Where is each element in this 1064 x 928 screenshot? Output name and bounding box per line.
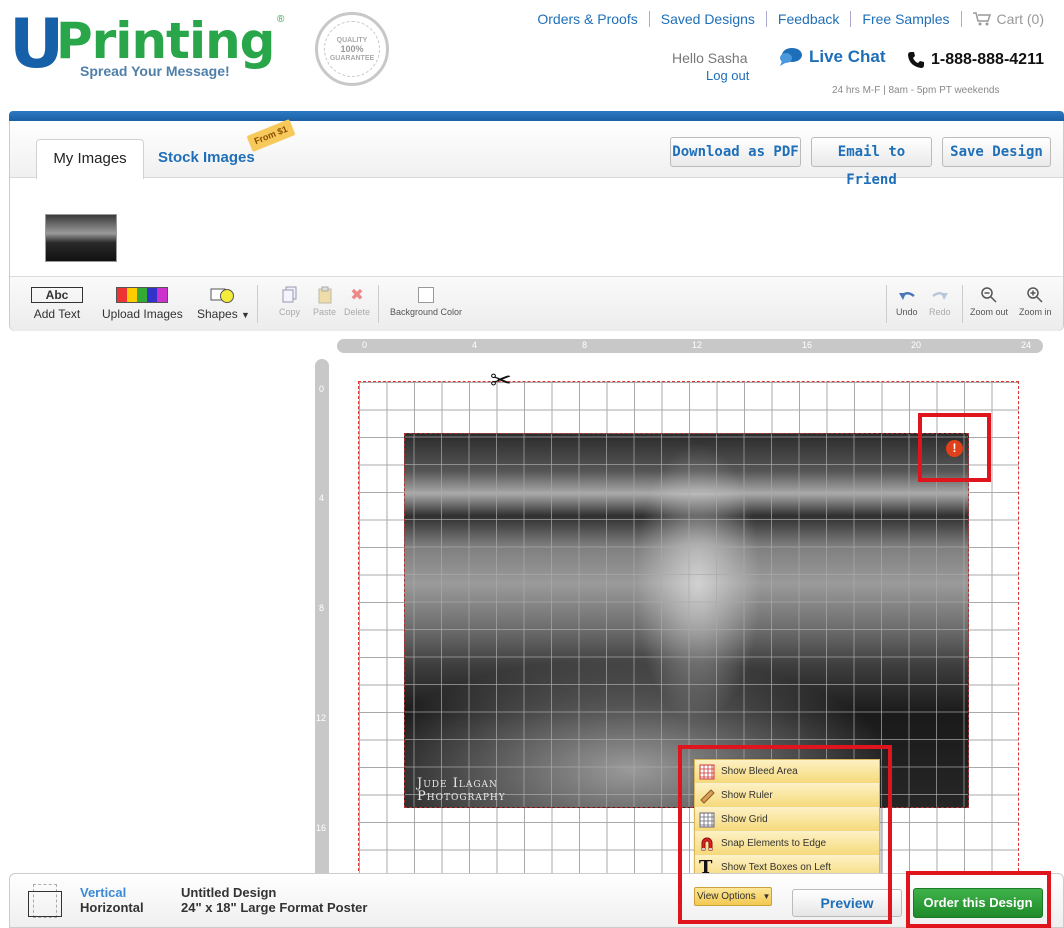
phone-label: 1-888-888-4211 [931, 51, 1044, 68]
email-friend-button[interactable]: Email to Friend [811, 137, 932, 188]
ruler-label: 0 [362, 340, 368, 350]
ruler-label: 20 [911, 340, 922, 350]
upload-images-tool[interactable]: Upload Images [102, 285, 183, 321]
orientation-horizontal-label[interactable]: Horizontal [80, 900, 144, 915]
link-feedback[interactable]: Feedback [765, 11, 850, 27]
upload-images-icon [116, 287, 169, 303]
link-saved-designs[interactable]: Saved Designs [648, 11, 766, 27]
delete-tool[interactable]: ✖ Delete [344, 285, 370, 317]
phone-icon [908, 52, 924, 68]
chevron-down-icon: ▼ [241, 310, 250, 320]
quality-guarantee-seal: QUALITY 100% GUARANTEE [315, 12, 389, 86]
background-color-swatch [418, 287, 435, 303]
toolbar-divider [962, 285, 963, 323]
delete-icon: ✖ [350, 287, 364, 304]
ruler-label: 0 [319, 384, 325, 394]
toolbar-divider [378, 285, 379, 323]
image-tabs-row: My Images Stock Images From $1 Download … [10, 119, 1063, 188]
redo-icon [932, 292, 948, 300]
zoom-out-icon [981, 287, 997, 303]
paste-label: Paste [313, 307, 337, 317]
cart-link[interactable]: Cart (0) [960, 11, 1055, 27]
seal-bottom-text: GUARANTEE [329, 54, 375, 62]
cart-icon [972, 12, 991, 26]
design-editor-page: U Printing ® Spread Your Message! QUALIT… [0, 0, 1064, 928]
copy-tool[interactable]: Copy [279, 285, 300, 317]
photo-watermark: Jude Ilagan Photography [417, 777, 506, 803]
logo-wordmark: Printing [56, 12, 275, 70]
seal-mid-text: 100% [340, 43, 364, 54]
highlight-view-options-box [678, 745, 892, 924]
phone-number: 1-888-888-4211 [907, 51, 1044, 69]
shapes-label: Shapes ▼ [197, 307, 250, 321]
uploaded-image-thumbnail[interactable] [45, 214, 117, 262]
undo-tool[interactable]: Undo [896, 285, 918, 317]
ruler-label: 16 [802, 340, 813, 350]
live-chat-label: Live Chat [809, 47, 886, 66]
tab-my-images[interactable]: My Images [36, 139, 144, 179]
zoom-out-label: Zoom out [970, 307, 1009, 317]
add-text-tool[interactable]: Abc Add Text [31, 285, 83, 321]
shapes-tool[interactable]: Shapes ▼ [197, 285, 250, 321]
delete-label: Delete [344, 307, 371, 317]
ruler-label: 8 [319, 603, 325, 613]
copy-icon [282, 286, 296, 303]
watermark-line2: Photography [417, 789, 506, 804]
header-divider-bar [9, 111, 1064, 121]
zoom-in-label: Zoom in [1019, 307, 1052, 317]
tab-stock-images[interactable]: Stock Images [158, 149, 255, 166]
paste-tool[interactable]: Paste [313, 285, 336, 317]
upload-images-label: Upload Images [102, 307, 183, 321]
paste-icon [318, 286, 331, 304]
zoom-in-tool[interactable]: Zoom in [1019, 285, 1052, 317]
top-nav: Orders & Proofs Saved Designs Feedback F… [526, 11, 1055, 27]
add-text-label: Add Text [33, 307, 81, 321]
uprinting-logo[interactable]: U Printing ® Spread Your Message! [9, 11, 289, 84]
logo-tagline: Spread Your Message! [80, 63, 230, 79]
ruler-label: 12 [692, 340, 703, 350]
undo-icon [898, 292, 915, 300]
link-free-samples[interactable]: Free Samples [850, 11, 960, 27]
editor-toolbar: Abc Add Text Upload Images Shapes ▼ Copy [10, 276, 1063, 331]
horizontal-ruler: 0 4 8 12 16 20 24 [337, 339, 1043, 353]
scissors-icon: ✂ [490, 365, 512, 395]
zoom-in-icon [1027, 287, 1043, 303]
redo-tool[interactable]: Redo [929, 285, 951, 317]
toolbar-divider [257, 285, 258, 323]
toolbar-divider [886, 285, 887, 323]
horizontal-orientation-icon[interactable] [28, 891, 62, 917]
ruler-label: 12 [316, 713, 327, 723]
greeting: Hello Sasha [672, 50, 748, 66]
logo-registered: ® [277, 14, 285, 25]
ruler-label: 24 [1021, 340, 1032, 350]
add-text-icon: Abc [31, 287, 83, 303]
background-color-label: Background Color [390, 307, 463, 317]
ruler-label: 4 [319, 493, 325, 503]
ruler-label: 16 [316, 823, 327, 833]
ruler-label: 8 [582, 340, 588, 350]
undo-label: Undo [896, 307, 918, 317]
image-panel: My Images Stock Images From $1 Download … [9, 119, 1064, 331]
highlight-alert-box [918, 413, 991, 482]
design-size: 24" x 18" Large Format Poster [181, 900, 368, 915]
save-design-button[interactable]: Save Design [942, 137, 1051, 167]
live-chat-button[interactable]: Live Chat [779, 47, 886, 67]
background-color-tool[interactable]: Background Color [390, 285, 462, 317]
link-orders-proofs[interactable]: Orders & Proofs [526, 11, 648, 27]
cart-label: Cart (0) [996, 11, 1044, 27]
design-title: Untitled Design [181, 885, 277, 900]
zoom-out-tool[interactable]: Zoom out [970, 285, 1008, 317]
shapes-icon [210, 288, 235, 303]
orientation-vertical-link[interactable]: Vertical [80, 885, 126, 900]
ruler-label: 4 [472, 340, 478, 350]
vertical-ruler: 0 4 8 12 16 [315, 359, 329, 874]
copy-label: Copy [279, 307, 301, 317]
highlight-order-box [906, 871, 1051, 928]
chat-bubble-icon [780, 48, 802, 66]
download-pdf-button[interactable]: Download as PDF [670, 137, 801, 167]
redo-label: Redo [929, 307, 951, 317]
from-price-tag: From $1 [246, 119, 296, 152]
logout-link[interactable]: Log out [706, 68, 749, 83]
support-hours: 24 hrs M-F | 8am - 5pm PT weekends [832, 85, 1000, 96]
